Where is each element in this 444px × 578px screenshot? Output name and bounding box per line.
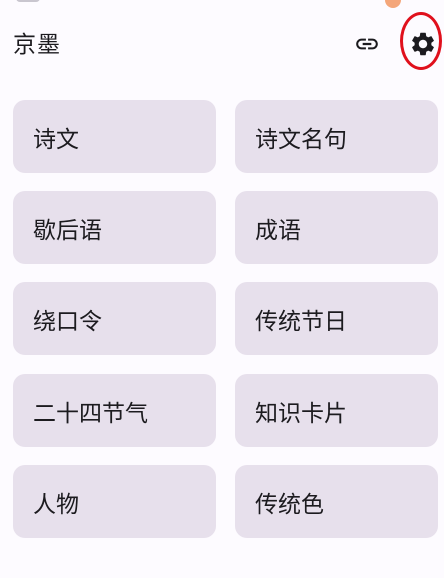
- link-button[interactable]: [347, 24, 387, 64]
- menu-item-traditional-festivals[interactable]: 传统节日: [235, 282, 438, 355]
- menu-item-people[interactable]: 人物: [13, 465, 216, 538]
- app-bar: 京墨: [0, 0, 444, 90]
- gear-icon: [412, 32, 434, 56]
- menu-item-poetry[interactable]: 诗文: [13, 100, 216, 173]
- link-icon: [356, 38, 378, 50]
- settings-button[interactable]: [403, 24, 443, 64]
- menu-item-tongue-twisters[interactable]: 绕口令: [13, 282, 216, 355]
- menu-item-xiehouyu[interactable]: 歇后语: [13, 191, 216, 264]
- menu-item-solar-terms[interactable]: 二十四节气: [13, 374, 216, 447]
- menu-item-traditional-colors[interactable]: 传统色: [235, 465, 438, 538]
- menu-item-knowledge-cards[interactable]: 知识卡片: [235, 374, 438, 447]
- menu-item-idioms[interactable]: 成语: [235, 191, 438, 264]
- app-title: 京墨: [13, 32, 61, 58]
- menu-item-famous-lines[interactable]: 诗文名句: [235, 100, 438, 173]
